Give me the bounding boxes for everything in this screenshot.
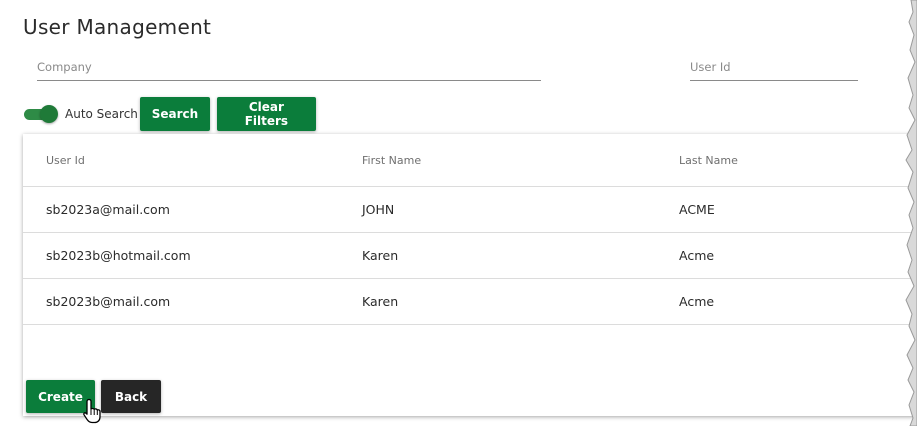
column-header-first-name[interactable]: First Name: [362, 154, 421, 167]
table-row[interactable]: sb2023a@mail.com JOHN ACME: [23, 187, 917, 233]
user-id-input[interactable]: [690, 56, 858, 78]
create-button[interactable]: Create: [26, 380, 95, 413]
table-row[interactable]: sb2023b@mail.com Karen Acme: [23, 279, 917, 325]
filter-toolbar: Auto Search Search Clear Filters: [23, 97, 316, 131]
company-field[interactable]: [37, 56, 541, 81]
table-row[interactable]: sb2023b@hotmail.com Karen Acme: [23, 233, 917, 279]
form-actions: Create Back: [26, 380, 161, 413]
cell-last-name: Acme: [679, 294, 715, 309]
page-title: User Management: [23, 15, 212, 39]
search-button[interactable]: Search: [139, 97, 210, 131]
cell-last-name: ACME: [679, 202, 715, 217]
auto-search-label: Auto Search: [65, 107, 138, 121]
auto-search-toggle[interactable]: [23, 105, 59, 123]
cell-first-name: JOHN: [362, 202, 395, 217]
clear-filters-button[interactable]: Clear Filters: [216, 97, 316, 131]
company-input[interactable]: [37, 56, 541, 78]
column-header-last-name[interactable]: Last Name: [679, 154, 738, 167]
table-header: User Id First Name Last Name: [23, 134, 917, 187]
users-card: User Id First Name Last Name sb2023a@mai…: [23, 134, 917, 416]
toggle-knob: [40, 105, 58, 123]
cell-user-id: sb2023b@hotmail.com: [46, 248, 191, 263]
cell-user-id: sb2023b@mail.com: [46, 294, 171, 309]
cell-first-name: Karen: [362, 294, 399, 309]
user-management-page: User Management Auto Search Search Clear…: [0, 0, 917, 426]
back-button[interactable]: Back: [101, 380, 161, 413]
column-header-user-id[interactable]: User Id: [46, 154, 85, 167]
cell-first-name: Karen: [362, 248, 399, 263]
cell-user-id: sb2023a@mail.com: [46, 202, 170, 217]
user-id-field[interactable]: [690, 56, 858, 81]
cell-last-name: Acme: [679, 248, 715, 263]
users-table: User Id First Name Last Name sb2023a@mai…: [23, 134, 917, 325]
